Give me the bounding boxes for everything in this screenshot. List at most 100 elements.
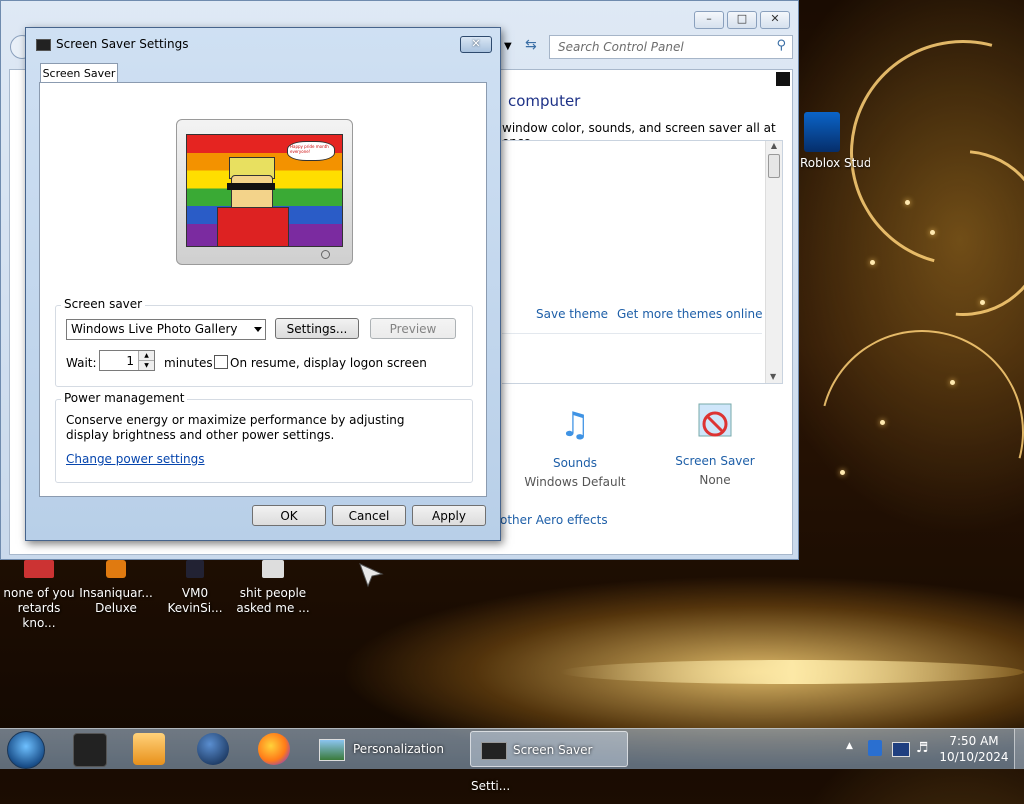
help-icon[interactable] [776, 72, 790, 86]
task-personalization-label: Personalization [353, 742, 444, 756]
desktop-icon[interactable]: Insaniquar... Deluxe [78, 560, 154, 616]
preview-button[interactable]: Preview [370, 318, 456, 339]
search-placeholder: Search Control Panel [558, 40, 684, 54]
refresh-icon[interactable]: ⇆ [525, 37, 537, 53]
roblox-studio-icon [804, 112, 840, 152]
maximize-button[interactable]: □ [727, 11, 757, 29]
spin-up-icon[interactable]: ▲ [138, 351, 154, 361]
separator [502, 333, 762, 334]
light-streak [560, 660, 1024, 684]
change-power-settings-link[interactable]: Change power settings [66, 452, 205, 466]
tab-panel: Happy pride month everyone! Screen saver… [39, 82, 487, 497]
settings-button[interactable]: Settings... [275, 318, 359, 339]
minimize-button[interactable]: – [694, 11, 724, 29]
wait-label: Wait: [66, 356, 97, 370]
sparkle [930, 230, 935, 235]
preview-monitor: Happy pride month everyone! [176, 119, 353, 265]
show-desktop-button[interactable] [1014, 729, 1024, 769]
game-icon [106, 560, 126, 578]
network-icon[interactable] [892, 742, 910, 757]
terminal-icon[interactable] [73, 733, 107, 767]
preview-speech-bubble: Happy pride month everyone! [287, 141, 335, 161]
personalization-icon [319, 738, 345, 761]
search-control-panel-input[interactable]: Search Control Panel ⚲ [549, 35, 793, 59]
close-button[interactable]: ✕ [760, 11, 790, 29]
monitor-icon [36, 39, 51, 51]
desktop-icon-label: VM0 KevinSi... [167, 586, 223, 615]
notification-icon[interactable] [868, 740, 882, 756]
search-icon[interactable]: ⚲ [776, 38, 786, 53]
screen-saver-group-label: Screen saver [61, 297, 146, 311]
desktop-icon[interactable]: VM0 KevinSi... [157, 560, 233, 616]
dialog-title: Screen Saver Settings [56, 37, 189, 51]
screen-saver-label[interactable]: Screen Saver [660, 454, 770, 468]
clock[interactable]: 7:50 AM 10/10/2024 [938, 733, 1010, 765]
sparkle [840, 470, 845, 475]
scroll-up-icon[interactable]: ▲ [766, 141, 782, 150]
clock-date: 10/10/2024 [939, 750, 1009, 764]
sounds-item[interactable]: ♫ Sounds Windows Default [520, 400, 630, 489]
desktop-icon[interactable]: none of you retards kno... [1, 560, 77, 631]
globe-icon[interactable] [197, 733, 229, 765]
resume-logon-label[interactable]: On resume, display logon screen [230, 356, 427, 370]
chevron-down-icon [254, 327, 262, 332]
window-controls: – □ ✕ [694, 11, 790, 29]
spin-down-icon[interactable]: ▼ [138, 361, 154, 370]
desktop-icon[interactable]: shit people asked me ... [235, 560, 311, 616]
file-icon [24, 560, 54, 578]
volume-icon[interactable]: ♬ [916, 740, 929, 756]
swirl-decoration [782, 292, 1024, 572]
sounds-label[interactable]: Sounds [520, 456, 630, 470]
power-management-group-label: Power management [61, 391, 188, 405]
wait-value: 1 [126, 354, 134, 368]
preview-screen: Happy pride month everyone! [186, 134, 343, 247]
save-theme-link[interactable]: Save theme [536, 307, 608, 321]
wait-minutes-input[interactable]: 1 ▲ ▼ [99, 350, 155, 371]
get-more-themes-link[interactable]: Get more themes online [617, 307, 763, 321]
firefox-icon[interactable] [258, 733, 290, 765]
sparkle [980, 300, 985, 305]
media-player-icon[interactable] [133, 733, 165, 765]
taskbar: Personalization Screen Saver Setti... ▲ … [0, 728, 1024, 793]
clock-time: 7:50 AM [949, 734, 999, 748]
sparkle [870, 260, 875, 265]
task-personalization[interactable]: Personalization [313, 731, 465, 767]
ok-button[interactable]: OK [252, 505, 326, 526]
screen-saver-settings-dialog: Screen Saver Settings ✕ Screen Saver Hap… [25, 27, 501, 541]
monitor-button-icon [321, 250, 330, 259]
screen-saver-select[interactable]: Windows Live Photo Gallery [66, 319, 266, 340]
mouse-cursor-icon [358, 562, 384, 591]
show-hidden-icons-icon[interactable]: ▲ [846, 741, 853, 751]
screen-saver-item[interactable]: Screen Saver None [660, 400, 770, 487]
apply-button[interactable]: Apply [412, 505, 486, 526]
monitor-icon [481, 741, 507, 760]
aero-effects-link[interactable]: other Aero effects [500, 513, 608, 527]
dropdown-arrow-icon[interactable]: ▼ [504, 41, 512, 52]
sparkle [950, 380, 955, 385]
themes-scrollbar[interactable]: ▲ ▼ [765, 141, 782, 383]
close-button[interactable]: ✕ [460, 36, 492, 53]
task-screen-saver[interactable]: Screen Saver Setti... [470, 731, 628, 793]
vm-icon [186, 560, 204, 578]
document-icon [262, 560, 284, 578]
screen-saver-disabled-icon [695, 400, 735, 448]
screen-saver-selected: Windows Live Photo Gallery [71, 322, 238, 336]
desktop-icon-label: shit people asked me ... [236, 586, 310, 615]
start-button-icon[interactable] [7, 731, 45, 769]
sparkle [880, 420, 885, 425]
cancel-button[interactable]: Cancel [332, 505, 406, 526]
desktop-icon[interactable]: Roblox Studio [800, 112, 870, 171]
scroll-down-icon[interactable]: ▼ [770, 372, 776, 381]
desktop-icon-label: Roblox Studio [800, 156, 870, 170]
minutes-label: minutes [164, 356, 213, 370]
screen-saver-value: None [699, 473, 731, 487]
scrollbar-thumb[interactable] [768, 154, 780, 178]
resume-logon-checkbox[interactable] [214, 355, 228, 369]
themes-list: ▲ ▼ Save theme Get more themes online [502, 140, 783, 384]
desktop-icon-label: Insaniquar... Deluxe [79, 586, 153, 615]
power-description: Conserve energy or maximize performance … [66, 413, 405, 442]
sounds-icon: ♫ [559, 405, 591, 445]
sounds-value: Windows Default [524, 475, 626, 489]
sparkle [905, 200, 910, 205]
preview-character [209, 153, 299, 246]
